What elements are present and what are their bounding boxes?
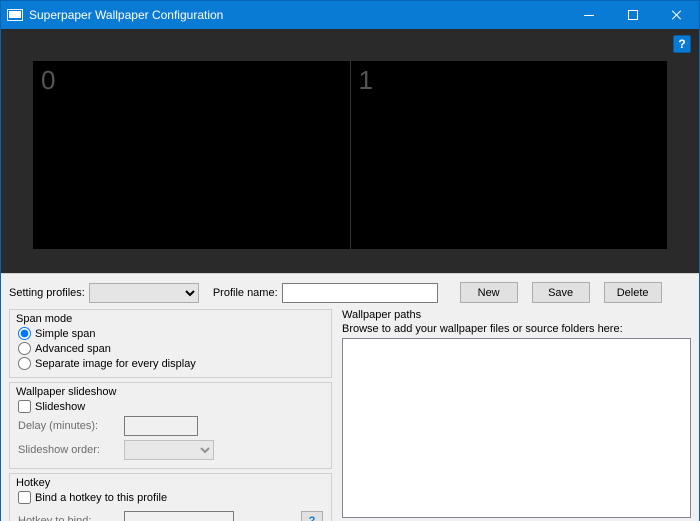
paths-listbox[interactable] [342, 338, 691, 518]
span-mode-group: Span mode Simple span Advanced span Sepa… [9, 309, 332, 378]
minimize-button[interactable] [567, 1, 611, 29]
hotkey-help-button[interactable]: ? [301, 511, 323, 521]
monitor-label: 0 [41, 65, 55, 96]
monitor-0[interactable]: 0 [33, 61, 350, 249]
span-advanced-input[interactable] [18, 342, 31, 355]
span-simple-radio[interactable]: Simple span [18, 326, 323, 341]
help-icon[interactable]: ? [673, 35, 691, 53]
hotkey-check-label: Bind a hotkey to this profile [35, 492, 167, 504]
paths-hint: Browse to add your wallpaper files or so… [342, 323, 691, 335]
paths-legend: Wallpaper paths [342, 309, 691, 321]
wallpaper-paths-group: Wallpaper paths Browse to add your wallp… [342, 309, 691, 521]
span-simple-label: Simple span [35, 328, 96, 340]
maximize-button[interactable] [611, 1, 655, 29]
save-button[interactable]: Save [532, 282, 590, 303]
profile-name-input[interactable] [282, 283, 438, 303]
profile-row: Setting profiles: Profile name: New Save… [9, 280, 691, 309]
preview-area: ? 0 1 [1, 29, 699, 273]
span-separate-label: Separate image for every display [35, 358, 196, 370]
span-mode-legend: Span mode [14, 313, 74, 325]
profiles-select[interactable] [89, 283, 199, 303]
slideshow-checkbox[interactable]: Slideshow [18, 399, 323, 414]
monitor-1[interactable]: 1 [350, 61, 668, 249]
span-advanced-label: Advanced span [35, 343, 111, 355]
order-label: Slideshow order: [18, 444, 118, 456]
slideshow-check-label: Slideshow [35, 401, 85, 413]
slideshow-legend: Wallpaper slideshow [14, 386, 118, 398]
slideshow-check-input[interactable] [18, 400, 31, 413]
span-separate-input[interactable] [18, 357, 31, 370]
hotkey-legend: Hotkey [14, 477, 52, 489]
span-simple-input[interactable] [18, 327, 31, 340]
profile-name-label: Profile name: [213, 287, 278, 299]
hotkey-bind-label: Hotkey to bind: [18, 515, 118, 521]
delay-label: Delay (minutes): [18, 420, 118, 432]
span-advanced-radio[interactable]: Advanced span [18, 341, 323, 356]
profiles-label: Setting profiles: [9, 287, 85, 299]
span-separate-radio[interactable]: Separate image for every display [18, 356, 323, 371]
app-icon [7, 8, 23, 22]
delete-button[interactable]: Delete [604, 282, 662, 303]
hotkey-group: Hotkey Bind a hotkey to this profile Hot… [9, 473, 332, 521]
titlebar: Superpaper Wallpaper Configuration [1, 1, 699, 29]
hotkey-check-input[interactable] [18, 491, 31, 504]
hotkey-input [124, 511, 234, 521]
monitor-label: 1 [359, 65, 373, 96]
new-button[interactable]: New [460, 282, 518, 303]
monitor-preview: 0 1 [33, 61, 667, 249]
hotkey-checkbox[interactable]: Bind a hotkey to this profile [18, 490, 323, 505]
window-title: Superpaper Wallpaper Configuration [29, 8, 223, 22]
close-window-button[interactable] [655, 1, 699, 29]
delay-input [124, 416, 198, 436]
order-select [124, 440, 214, 460]
slideshow-group: Wallpaper slideshow Slideshow Delay (min… [9, 382, 332, 469]
